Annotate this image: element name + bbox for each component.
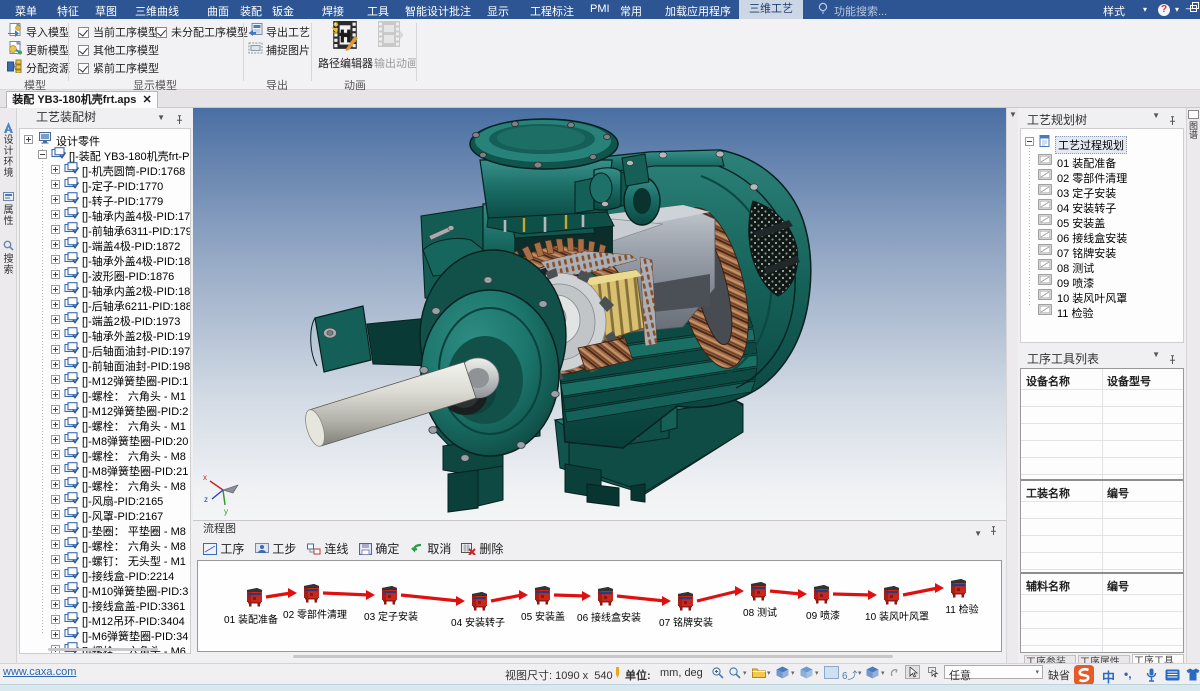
svg-text:y: y [224,507,228,516]
svg-text:z: z [204,495,208,504]
svg-text:x: x [203,473,207,482]
